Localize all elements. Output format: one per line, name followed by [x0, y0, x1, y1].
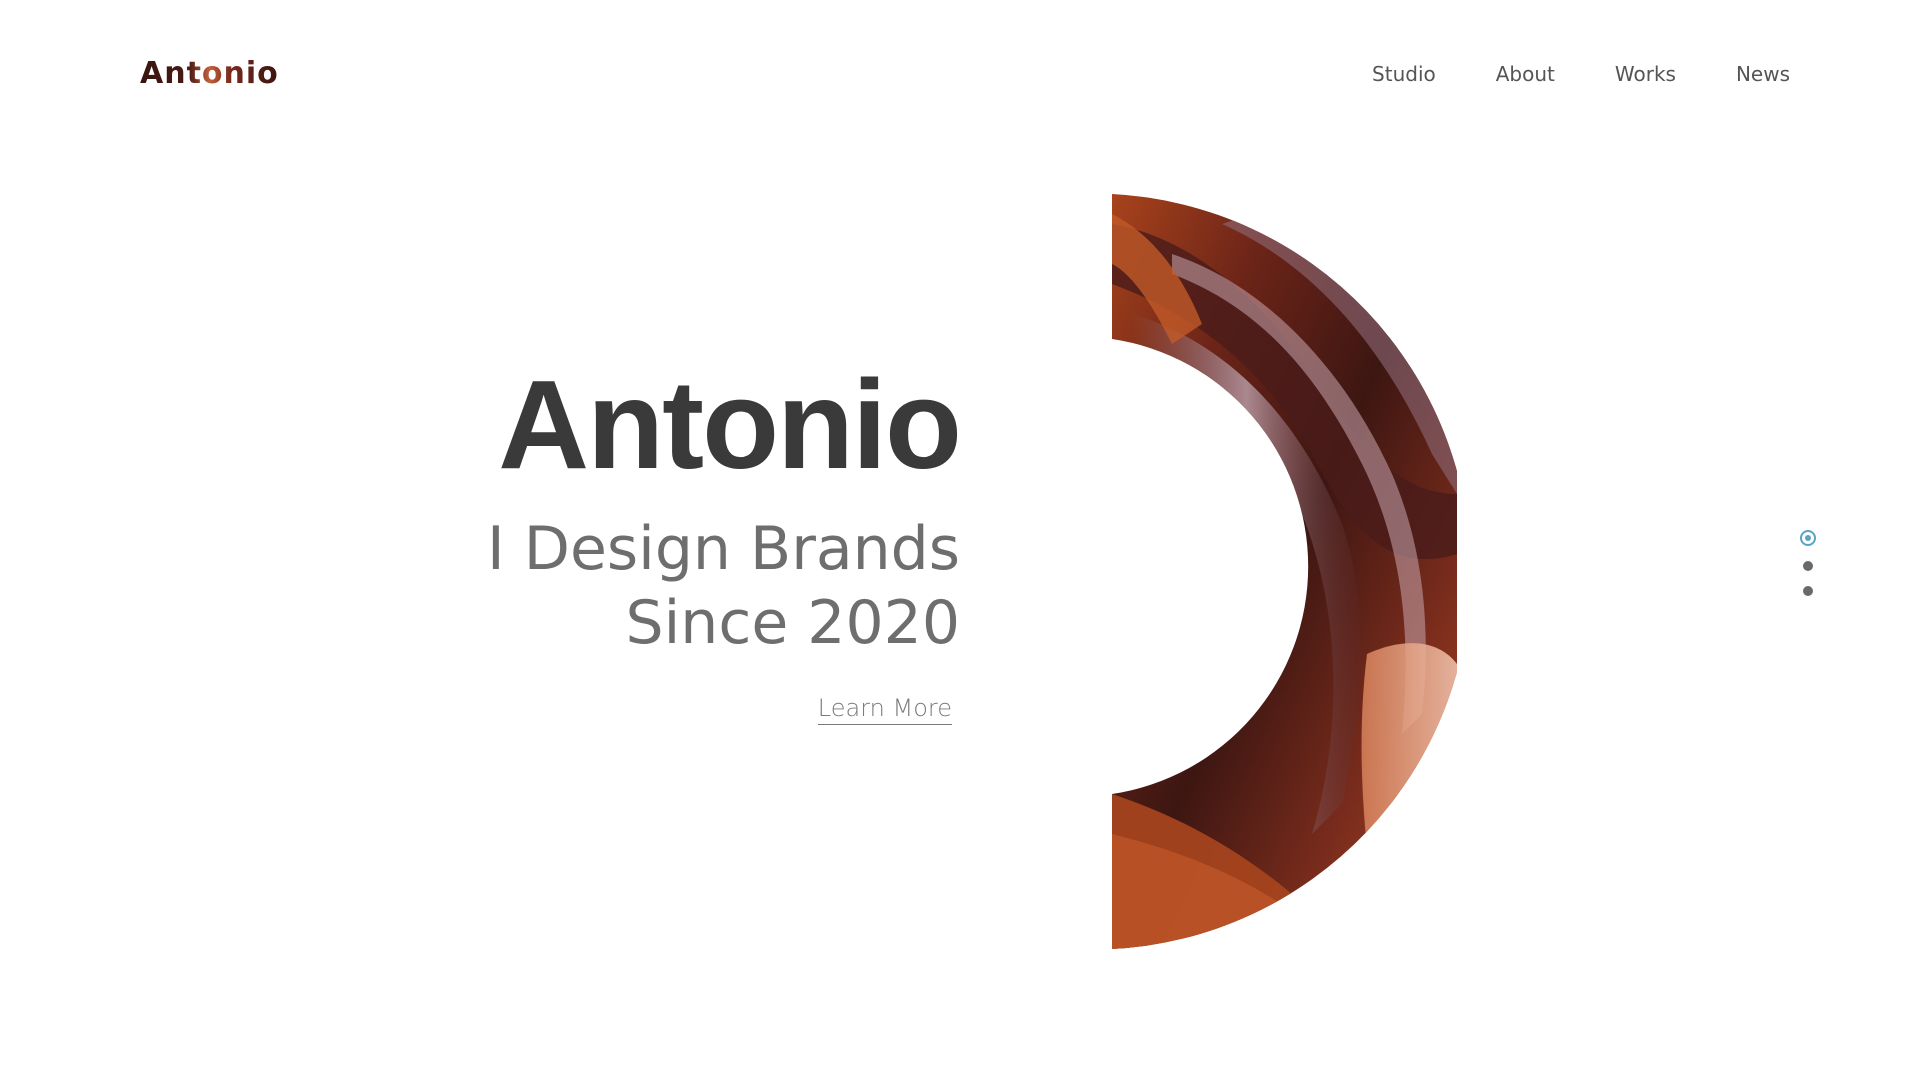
hero-image [1112, 194, 1457, 949]
hero-title: Antonio [498, 354, 962, 495]
nav-item-about[interactable]: About [1496, 62, 1555, 86]
main-nav: Studio About Works News [1312, 62, 1790, 86]
hero-subtitle: I Design Brands Since 2020 [487, 512, 960, 660]
hero-subtitle-line-2: Since 2020 [625, 588, 960, 658]
slider-dots [1796, 530, 1820, 596]
slider-dot-3[interactable] [1803, 586, 1813, 596]
logo[interactable]: Antonio [140, 56, 279, 91]
nav-item-news[interactable]: News [1736, 62, 1790, 86]
slider-dot-2[interactable] [1803, 561, 1813, 571]
hero-subtitle-line-1: I Design Brands [487, 514, 960, 584]
hero-text: Antonio I Design Brands Since 2020 Learn… [487, 354, 962, 725]
landing-page: Antonio Studio About Works News Antonio … [0, 0, 1920, 1080]
slider-dot-1-active[interactable] [1800, 530, 1816, 546]
nav-item-studio[interactable]: Studio [1372, 62, 1436, 86]
nav-item-works[interactable]: Works [1615, 62, 1676, 86]
learn-more-link[interactable]: Learn More [817, 694, 952, 725]
